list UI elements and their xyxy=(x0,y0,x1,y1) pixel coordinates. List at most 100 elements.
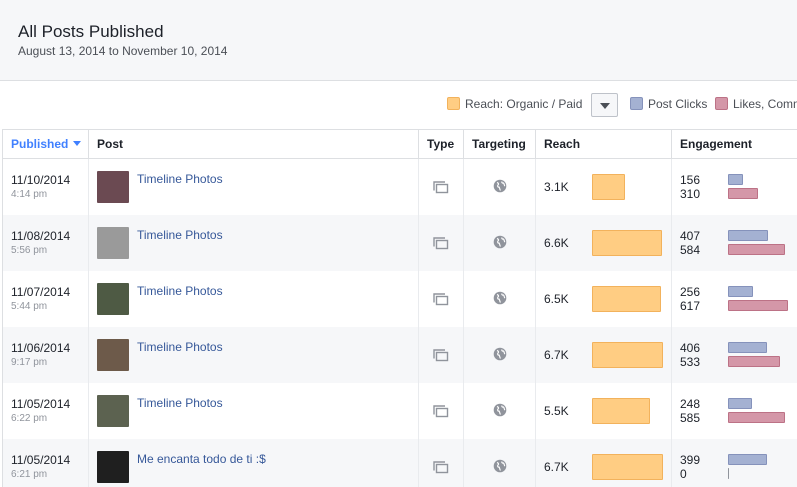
likes-value: 310 xyxy=(680,187,701,201)
table-row[interactable]: 11/06/2014 9:17 pm Timeline Photos 6.7K … xyxy=(2,327,797,383)
reach-bar xyxy=(592,398,650,424)
album-type-icon xyxy=(433,293,449,311)
photo-thumbnail[interactable] xyxy=(97,339,129,371)
engagement-cell: 399 0 xyxy=(672,439,797,487)
column-type[interactable]: Type xyxy=(419,130,464,158)
engagement-cell: 407 584 xyxy=(672,215,797,271)
likes-bar xyxy=(728,244,785,255)
published-cell: 11/05/2014 6:22 pm xyxy=(3,383,89,439)
globe-icon xyxy=(493,403,507,422)
engagement-cell: 156 310 xyxy=(672,159,797,215)
post-title-link[interactable]: Timeline Photos xyxy=(137,284,223,298)
post-time: 6:22 pm xyxy=(11,413,48,424)
chart-legend: Reach: Organic / Paid Post Clicks Likes,… xyxy=(0,81,797,129)
targeting-cell xyxy=(464,327,536,383)
reach-value: 6.6K xyxy=(544,236,569,250)
post-title-link[interactable]: Timeline Photos xyxy=(137,396,223,410)
post-time: 5:44 pm xyxy=(11,301,48,312)
kitten-photo-thumbnail[interactable] xyxy=(97,227,129,259)
likes-value: 617 xyxy=(680,299,701,313)
reach-bar xyxy=(592,230,662,256)
reach-cell: 3.1K xyxy=(536,159,672,215)
published-cell: 11/05/2014 6:21 pm xyxy=(3,439,89,487)
published-cell: 11/06/2014 9:17 pm xyxy=(3,327,89,383)
targeting-cell xyxy=(464,271,536,327)
engagement-cell: 406 533 xyxy=(672,327,797,383)
post-time: 4:14 pm xyxy=(11,189,48,200)
column-targeting-label: Targeting xyxy=(472,137,526,151)
table-row[interactable]: 11/07/2014 5:44 pm Timeline Photos 6.5K … xyxy=(2,271,797,327)
targeting-cell xyxy=(464,159,536,215)
post-clicks-bar xyxy=(728,230,768,241)
type-cell xyxy=(419,383,464,439)
text-photo-thumbnail[interactable] xyxy=(97,451,129,483)
type-cell xyxy=(419,215,464,271)
sort-desc-icon xyxy=(73,141,82,146)
post-time: 6:21 pm xyxy=(11,469,48,480)
legend-likes[interactable]: Likes, Comm xyxy=(715,97,797,111)
engagement-cell: 248 585 xyxy=(672,383,797,439)
table-header: Published Post Type Targeting Reach Enga… xyxy=(2,129,797,159)
column-post[interactable]: Post xyxy=(89,130,419,158)
globe-icon xyxy=(493,291,507,310)
engagement-cell: 256 617 xyxy=(672,271,797,327)
metric-dropdown-button[interactable] xyxy=(591,93,618,117)
post-time: 5:56 pm xyxy=(11,245,48,256)
posts-table: 11/10/2014 4:14 pm Timeline Photos 3.1K … xyxy=(2,159,797,487)
likes-bar xyxy=(728,412,785,423)
post-clicks-value: 407 xyxy=(680,229,701,243)
reach-bar xyxy=(592,342,663,368)
post-time: 9:17 pm xyxy=(11,357,48,368)
post-date: 11/05/2014 xyxy=(11,453,71,467)
reach-bar xyxy=(592,174,625,200)
post-title-link[interactable]: Timeline Photos xyxy=(137,340,223,354)
album-type-icon xyxy=(433,349,449,367)
table-row[interactable]: 11/08/2014 5:56 pm Timeline Photos 6.6K … xyxy=(2,215,797,271)
reach-swatch-icon xyxy=(447,97,460,110)
page-title: All Posts Published xyxy=(18,22,164,41)
post-title-link[interactable]: Timeline Photos xyxy=(137,172,223,186)
post-clicks-value: 256 xyxy=(680,285,701,299)
likes-bar xyxy=(728,188,758,199)
post-cell: Timeline Photos xyxy=(89,215,419,271)
album-type-icon xyxy=(433,237,449,255)
targeting-cell xyxy=(464,439,536,487)
legend-reach[interactable]: Reach: Organic / Paid xyxy=(447,97,582,111)
photo-thumbnail[interactable] xyxy=(97,395,129,427)
likes-swatch-icon xyxy=(715,97,728,110)
photo-thumbnail[interactable] xyxy=(97,283,129,315)
post-clicks-value: 399 xyxy=(680,453,701,467)
column-targeting[interactable]: Targeting xyxy=(464,130,536,158)
post-cell: Timeline Photos xyxy=(89,271,419,327)
reach-cell: 6.7K xyxy=(536,439,672,487)
legend-post-clicks[interactable]: Post Clicks xyxy=(630,97,707,111)
column-engagement[interactable]: Engagement xyxy=(672,130,797,158)
post-title-link[interactable]: Timeline Photos xyxy=(137,228,223,242)
table-row[interactable]: 11/05/2014 6:21 pm Me encanta todo de ti… xyxy=(2,439,797,487)
post-clicks-bar xyxy=(728,174,743,185)
table-row[interactable]: 11/05/2014 6:22 pm Timeline Photos 5.5K … xyxy=(2,383,797,439)
column-published[interactable]: Published xyxy=(3,130,89,158)
legend-reach-label: Reach: Organic / Paid xyxy=(465,97,583,111)
published-cell: 11/10/2014 4:14 pm xyxy=(3,159,89,215)
reach-bar xyxy=(592,286,661,312)
reach-value: 6.7K xyxy=(544,460,569,474)
date-range: August 13, 2014 to November 10, 2014 xyxy=(18,44,228,58)
likes-value: 0 xyxy=(680,467,687,481)
globe-icon xyxy=(493,347,507,366)
clicks-swatch-icon xyxy=(630,97,643,110)
post-clicks-bar xyxy=(728,398,752,409)
reach-cell: 5.5K xyxy=(536,383,672,439)
column-published-label: Published xyxy=(11,137,69,151)
album-type-icon xyxy=(433,461,449,479)
post-clicks-value: 156 xyxy=(680,173,701,187)
report-header: All Posts Published August 13, 2014 to N… xyxy=(0,0,797,81)
post-title-link[interactable]: Me encanta todo de ti :$ xyxy=(137,452,266,466)
photo-thumbnail[interactable] xyxy=(97,171,129,203)
reach-bar xyxy=(592,454,663,480)
column-reach[interactable]: Reach xyxy=(536,130,672,158)
post-cell: Timeline Photos xyxy=(89,327,419,383)
table-row[interactable]: 11/10/2014 4:14 pm Timeline Photos 3.1K … xyxy=(2,159,797,215)
type-cell xyxy=(419,271,464,327)
type-cell xyxy=(419,327,464,383)
